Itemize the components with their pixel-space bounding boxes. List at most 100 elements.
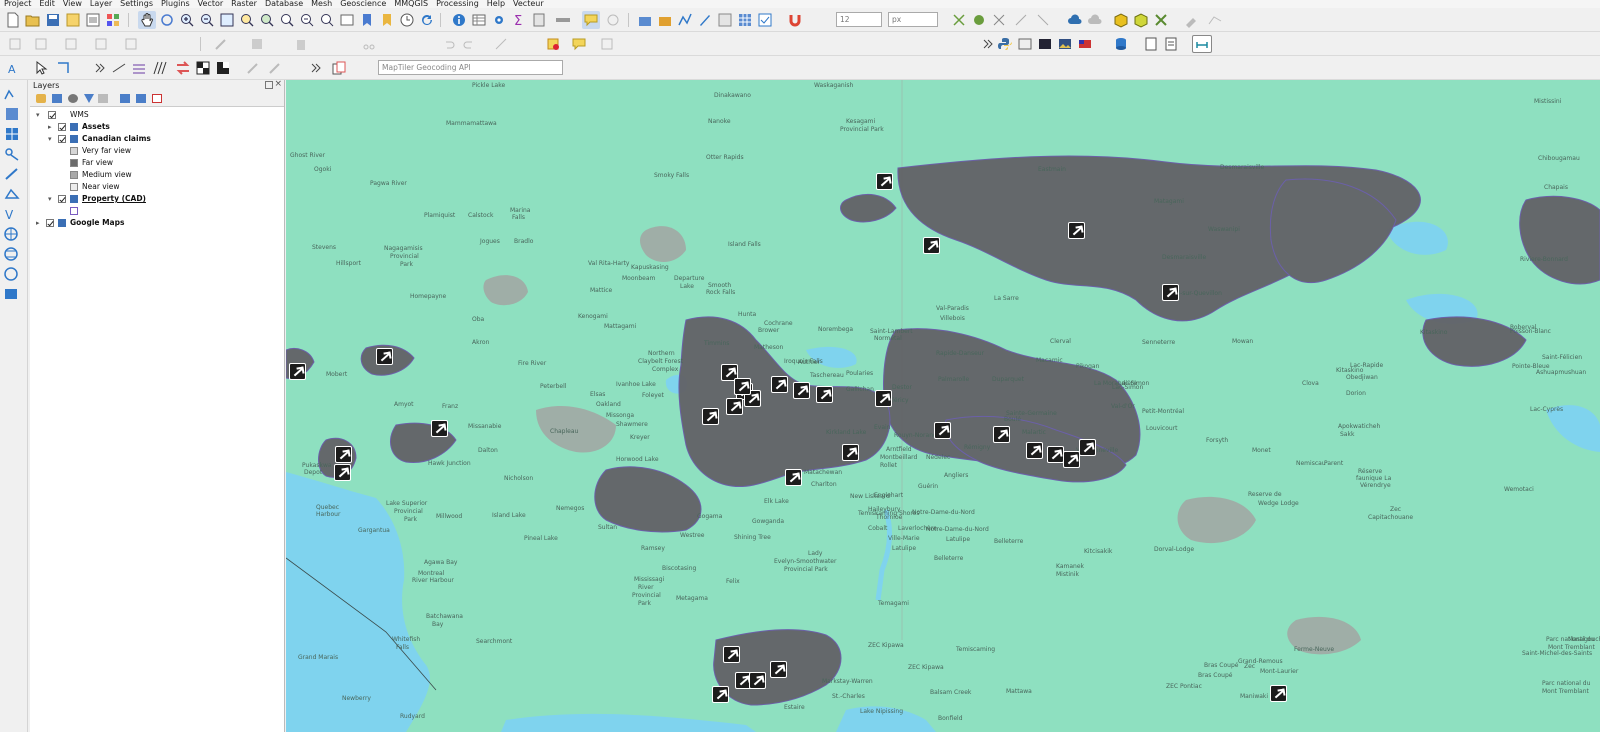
panel-close-icon[interactable]: × bbox=[274, 79, 282, 90]
add-vector-layer-icon[interactable] bbox=[676, 11, 694, 29]
parallel-lines-icon[interactable] bbox=[130, 59, 148, 77]
mine-asset-marker-icon[interactable] bbox=[993, 426, 1010, 443]
label-toolbar-icon[interactable] bbox=[598, 35, 616, 53]
select-by-location-icon[interactable] bbox=[604, 11, 622, 29]
snapping-icon[interactable] bbox=[950, 11, 968, 29]
mine-asset-marker-icon[interactable] bbox=[334, 464, 351, 481]
profile-tool-icon[interactable] bbox=[1192, 35, 1212, 53]
map-canvas[interactable]: Pickle Lake Dinakawano Nanoke Mammamattawa K… bbox=[286, 80, 1600, 732]
redo-icon[interactable] bbox=[460, 35, 478, 53]
split-icon[interactable] bbox=[1012, 11, 1030, 29]
menu-settings[interactable]: Settings bbox=[120, 0, 153, 8]
mine-asset-marker-icon[interactable] bbox=[726, 398, 743, 415]
menu-plugins[interactable]: Plugins bbox=[161, 0, 190, 8]
mine-asset-marker-icon[interactable] bbox=[1162, 284, 1179, 301]
menu-raster[interactable]: Raster bbox=[231, 0, 257, 8]
mine-asset-marker-icon[interactable] bbox=[712, 686, 729, 703]
pan-to-selection-icon[interactable] bbox=[158, 11, 176, 29]
mine-asset-marker-icon[interactable] bbox=[785, 469, 802, 486]
mine-asset-marker-icon[interactable] bbox=[1079, 439, 1096, 456]
menu-vector[interactable]: Vector bbox=[198, 0, 224, 8]
mine-asset-marker-icon[interactable] bbox=[723, 646, 740, 663]
mine-asset-marker-icon[interactable] bbox=[771, 376, 788, 393]
menu-vecteur[interactable]: Vecteur bbox=[513, 0, 544, 8]
pen-disabled-icon[interactable] bbox=[244, 59, 262, 77]
mine-asset-marker-icon[interactable] bbox=[289, 363, 306, 380]
edit-tool-icon[interactable] bbox=[1182, 11, 1200, 29]
topology-checker-icon[interactable] bbox=[970, 11, 988, 29]
zoom-to-layer-icon[interactable] bbox=[258, 11, 276, 29]
checker-alt-icon[interactable] bbox=[214, 59, 232, 77]
panel-float-icon[interactable] bbox=[265, 81, 273, 89]
cloud-upload-icon[interactable] bbox=[1086, 11, 1104, 29]
menu-database[interactable]: Database bbox=[265, 0, 303, 8]
new-print-layout-icon[interactable] bbox=[64, 11, 82, 29]
expand-arrow-icon[interactable]: ▾ bbox=[48, 133, 56, 145]
mine-asset-marker-icon[interactable] bbox=[749, 672, 766, 689]
mine-asset-marker-icon[interactable] bbox=[1047, 446, 1064, 463]
open-layer-styling-icon[interactable] bbox=[36, 94, 46, 103]
remove-layer-icon[interactable] bbox=[152, 94, 162, 103]
settings-gear-icon[interactable] bbox=[490, 11, 508, 29]
add-point-cloud-icon[interactable] bbox=[3, 146, 23, 163]
hatch-icon[interactable] bbox=[150, 59, 168, 77]
zoom-full-icon[interactable] bbox=[218, 11, 236, 29]
layout-manager-icon[interactable] bbox=[84, 11, 102, 29]
add-group-icon[interactable] bbox=[52, 94, 62, 103]
add-spatialite-icon[interactable] bbox=[3, 186, 23, 203]
delete-selected-icon[interactable] bbox=[292, 35, 310, 53]
expand-chevron-2-icon[interactable] bbox=[306, 59, 324, 77]
graphical-modeler-icon[interactable] bbox=[1036, 35, 1054, 53]
zoom-in-icon[interactable] bbox=[178, 11, 196, 29]
add-virtual-layer-icon[interactable]: V bbox=[3, 206, 23, 223]
font-unit-select[interactable]: px bbox=[888, 12, 938, 27]
document-icon[interactable] bbox=[1142, 35, 1160, 53]
tools-icon[interactable] bbox=[1152, 11, 1170, 29]
pen-options-icon[interactable] bbox=[266, 59, 284, 77]
new-bookmark-icon[interactable] bbox=[358, 11, 376, 29]
raster-image-icon[interactable] bbox=[1056, 35, 1074, 53]
georeferencer-icon[interactable] bbox=[716, 11, 734, 29]
menu-geoscience[interactable]: Geoscience bbox=[340, 0, 386, 8]
mine-asset-marker-icon[interactable] bbox=[335, 446, 352, 463]
expand-arrow-icon[interactable]: ▾ bbox=[48, 193, 56, 205]
menu-help[interactable]: Help bbox=[487, 0, 505, 8]
copy-layer-icon[interactable] bbox=[330, 59, 348, 77]
expand-arrow-icon[interactable]: ▸ bbox=[36, 217, 44, 229]
add-vector-icon[interactable] bbox=[3, 86, 23, 103]
mine-asset-marker-icon[interactable] bbox=[934, 422, 951, 439]
add-mesh-icon[interactable] bbox=[3, 126, 23, 143]
mine-asset-marker-icon[interactable] bbox=[842, 444, 859, 461]
open-project-icon[interactable] bbox=[24, 11, 42, 29]
collapse-all-icon[interactable] bbox=[136, 94, 146, 103]
checker-icon[interactable] bbox=[194, 59, 212, 77]
select-by-value-icon[interactable] bbox=[32, 35, 50, 53]
database-icon[interactable] bbox=[1112, 35, 1130, 53]
menu-view[interactable]: View bbox=[63, 0, 82, 8]
add-delimited-text-icon[interactable] bbox=[656, 11, 674, 29]
pan-map-icon[interactable] bbox=[138, 11, 156, 29]
label-tool-icon[interactable]: A bbox=[6, 59, 24, 77]
raster-calculator-icon[interactable] bbox=[736, 11, 754, 29]
mine-asset-marker-icon[interactable] bbox=[1270, 685, 1287, 702]
locator-search-field[interactable]: MapTiler Geocoding API bbox=[378, 60, 563, 75]
layer-checkbox[interactable] bbox=[58, 123, 66, 131]
add-wfs-icon[interactable] bbox=[3, 266, 23, 283]
mine-asset-marker-icon[interactable] bbox=[376, 348, 393, 365]
line-tool-icon[interactable] bbox=[110, 59, 128, 77]
select-label-icon[interactable] bbox=[32, 59, 50, 77]
menu-project[interactable]: Project bbox=[4, 0, 31, 8]
layer-checkbox[interactable] bbox=[46, 219, 54, 227]
menu-edit[interactable]: Edit bbox=[39, 0, 55, 8]
menu-mesh[interactable]: Mesh bbox=[311, 0, 332, 8]
flag-icon[interactable] bbox=[1076, 35, 1094, 53]
save-project-icon[interactable] bbox=[44, 11, 62, 29]
add-wms-icon[interactable] bbox=[3, 226, 23, 243]
layer-checkbox[interactable] bbox=[48, 111, 56, 119]
refresh-icon[interactable] bbox=[418, 11, 436, 29]
digitize-pencil-icon[interactable] bbox=[212, 35, 230, 53]
save-edits-icon[interactable] bbox=[248, 35, 266, 53]
zoom-next-icon[interactable] bbox=[318, 11, 336, 29]
mine-asset-marker-icon[interactable] bbox=[702, 408, 719, 425]
swap-icon[interactable] bbox=[174, 59, 192, 77]
